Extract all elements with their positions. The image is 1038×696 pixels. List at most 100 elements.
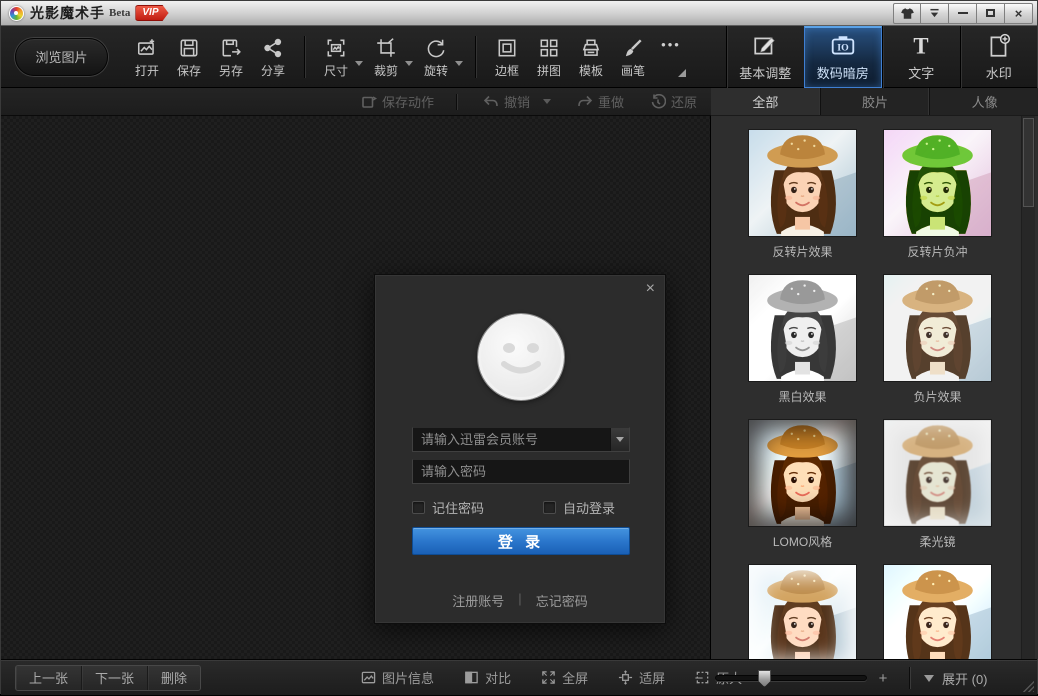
zoom-out-button[interactable]: − — [691, 670, 707, 687]
auto-login-checkbox[interactable]: 自动登录 — [543, 498, 615, 517]
image-info-icon — [361, 670, 376, 685]
prev-image-button[interactable]: 上一张 — [16, 666, 82, 690]
fullscreen-button[interactable]: 全屏 — [541, 668, 588, 687]
beta-label: Beta — [109, 7, 130, 19]
minimize-icon — [958, 12, 968, 14]
panel-scrollbar[interactable] — [1021, 116, 1035, 659]
undo-dropdown-icon[interactable] — [543, 99, 551, 104]
filter-label: 柔光镜 — [884, 533, 991, 550]
scrollbar-thumb[interactable] — [1023, 118, 1034, 207]
save-icon — [178, 37, 200, 59]
open-button[interactable]: 打开 — [126, 35, 168, 79]
filter-thumb-soft[interactable]: 柔光镜 — [884, 420, 991, 550]
undo-button[interactable]: 撤销 — [483, 92, 551, 111]
mode-basic-adjust[interactable]: 基本调整 — [726, 26, 804, 88]
forgot-password-link[interactable]: 忘记密码 — [536, 591, 588, 610]
filter-label: 黑白效果 — [749, 388, 856, 405]
filter-label: 负片效果 — [884, 388, 991, 405]
resize-button[interactable]: 尺寸 — [315, 35, 357, 79]
more-icon: ••• — [661, 37, 681, 52]
open-image-icon — [136, 37, 158, 59]
account-dropdown-button[interactable] — [610, 428, 629, 451]
filter-grid: 反转片效果 反转片负冲黑白效果 负片效果 LOMO风格柔光镜 — [711, 116, 1029, 659]
filter-preview-image[interactable] — [884, 275, 991, 381]
mode-darkroom[interactable]: IO 数码暗房 — [804, 26, 883, 88]
tab-portrait[interactable]: 人像 — [930, 88, 1038, 115]
revert-icon — [650, 94, 666, 110]
resize-grip-icon[interactable] — [1022, 680, 1034, 692]
compare-button[interactable]: 对比 — [464, 668, 511, 687]
redo-button[interactable]: 重做 — [577, 92, 624, 111]
border-button[interactable]: 边框 — [486, 35, 528, 79]
template-button[interactable]: 模板 — [570, 35, 612, 79]
revert-button[interactable]: 还原 — [650, 92, 697, 111]
rotate-icon — [425, 37, 447, 59]
shirt-icon — [900, 7, 915, 20]
filter-preview-image[interactable] — [749, 565, 856, 659]
text-icon: T — [908, 33, 934, 59]
effects-panel: 全部 胶片 人像 反转片效果 反转片负冲黑白效果 负片效果 LOMO风格柔光镜 — [711, 88, 1038, 659]
template-icon — [580, 37, 602, 59]
remember-password-checkbox[interactable]: 记住密码 — [412, 498, 484, 517]
filter-preview-image[interactable] — [884, 420, 991, 526]
avatar — [478, 314, 564, 400]
toolbar-separator — [304, 36, 305, 78]
filter-preview-image[interactable] — [749, 130, 856, 236]
filter-label: 反转片效果 — [749, 243, 856, 260]
save-as-button[interactable]: 另存 — [210, 35, 252, 79]
mode-text[interactable]: T 文字 — [882, 26, 960, 88]
brush-button[interactable]: 画笔 — [612, 35, 654, 79]
close-window-button[interactable]: × — [1005, 3, 1033, 24]
register-link[interactable]: 注册账号 — [452, 591, 504, 610]
view-group: 图片信息 对比 全屏 适屏 原大 — [361, 668, 742, 687]
filter-thumb-bw[interactable]: 黑白效果 — [749, 275, 856, 405]
close-icon: × — [1015, 6, 1023, 21]
main-toolbar: 浏览图片 打开 保存 另存 分享 尺寸 — [1, 26, 1037, 88]
bottom-bar: 上一张 下一张 删除 图片信息 对比 全屏 适屏 原大 — [1, 659, 1037, 695]
share-button[interactable]: 分享 — [252, 35, 294, 79]
brush-icon — [622, 37, 644, 59]
save-action-button[interactable]: 保存动作 — [361, 92, 434, 111]
filter-label: 反转片负冲 — [884, 243, 991, 260]
filter-preview-image[interactable] — [749, 420, 856, 526]
save-button[interactable]: 保存 — [168, 35, 210, 79]
actions-separator — [456, 94, 457, 110]
fit-screen-button[interactable]: 适屏 — [618, 668, 665, 687]
crop-button[interactable]: 裁剪 — [365, 35, 407, 79]
collage-icon — [538, 37, 560, 59]
maximize-button[interactable] — [977, 3, 1005, 24]
zoom-slider[interactable] — [715, 675, 867, 681]
fit-screen-icon — [618, 670, 633, 685]
filter-preview-image[interactable] — [884, 130, 991, 236]
expand-button[interactable]: 展开 (0) — [924, 669, 988, 688]
dialog-close-button[interactable]: × — [646, 281, 655, 297]
login-button[interactable]: 登 录 — [412, 527, 630, 555]
skin-menu-button[interactable] — [921, 3, 949, 24]
collage-button[interactable]: 拼图 — [528, 35, 570, 79]
filter-thumb-lomo[interactable]: LOMO风格 — [749, 420, 856, 550]
next-image-button[interactable]: 下一张 — [82, 666, 148, 690]
more-tools-button[interactable]: ••• — [654, 35, 688, 79]
browse-images-button[interactable]: 浏览图片 — [15, 38, 108, 76]
mode-watermark[interactable]: 水印 — [960, 26, 1038, 88]
expand-corner-icon — [678, 69, 686, 77]
filter-preview-image[interactable] — [749, 275, 856, 381]
minimize-button[interactable] — [949, 3, 977, 24]
tab-film[interactable]: 胶片 — [821, 88, 931, 115]
account-input[interactable] — [412, 427, 630, 452]
rotate-button[interactable]: 旋转 — [415, 35, 457, 79]
filter-thumb-cross[interactable]: 反转片负冲 — [884, 130, 991, 260]
filter-thumb-normal[interactable]: 反转片效果 — [749, 130, 856, 260]
delete-image-button[interactable]: 删除 — [148, 666, 200, 690]
zoom-in-button[interactable]: + — [875, 670, 891, 687]
filter-thumb-bright[interactable] — [884, 565, 991, 659]
image-info-button[interactable]: 图片信息 — [361, 668, 434, 687]
filter-preview-image[interactable] — [884, 565, 991, 659]
zoom-slider-thumb[interactable] — [758, 670, 771, 687]
password-input[interactable] — [412, 459, 630, 484]
filter-thumb-wvig[interactable] — [749, 565, 856, 659]
tab-all[interactable]: 全部 — [711, 88, 821, 115]
zoom-controls: − + 展开 (0) — [691, 660, 988, 696]
filter-thumb-negative[interactable]: 负片效果 — [884, 275, 991, 405]
change-skin-button[interactable] — [893, 3, 921, 24]
